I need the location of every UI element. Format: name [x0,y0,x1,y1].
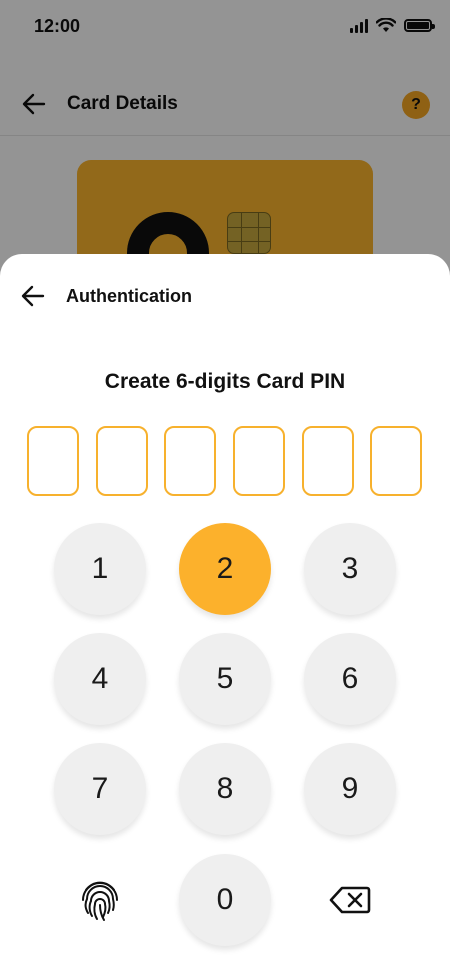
keypad-key-7[interactable]: 7 [54,743,146,835]
keypad-key-8[interactable]: 8 [179,743,271,835]
keypad-key-9[interactable]: 9 [304,743,396,835]
pin-digit-box-1[interactable] [27,426,79,496]
keypad-key-3[interactable]: 3 [304,523,396,615]
pin-digit-box-6[interactable] [370,426,422,496]
delete-button[interactable] [322,872,378,928]
keypad-key-6[interactable]: 6 [304,633,396,725]
pin-digit-box-5[interactable] [302,426,354,496]
backspace-icon [329,886,371,914]
keypad-key-0[interactable]: 0 [179,854,271,946]
pin-digit-box-2[interactable] [96,426,148,496]
pin-digit-box-3[interactable] [164,426,216,496]
keypad-key-2[interactable]: 2 [179,523,271,615]
keypad-key-4[interactable]: 4 [54,633,146,725]
fingerprint-icon [82,881,118,921]
keypad-key-1[interactable]: 1 [54,523,146,615]
fingerprint-button[interactable] [72,872,128,928]
pin-digit-box-4[interactable] [233,426,285,496]
keypad-key-5[interactable]: 5 [179,633,271,725]
sheet-title: Authentication [66,286,192,306]
authentication-sheet: Authentication Create 6-digits Card PIN … [0,254,450,975]
back-arrow-icon[interactable] [19,282,47,310]
pin-input-group[interactable] [27,426,423,496]
pin-heading: Create 6-digits Card PIN [104,370,346,393]
